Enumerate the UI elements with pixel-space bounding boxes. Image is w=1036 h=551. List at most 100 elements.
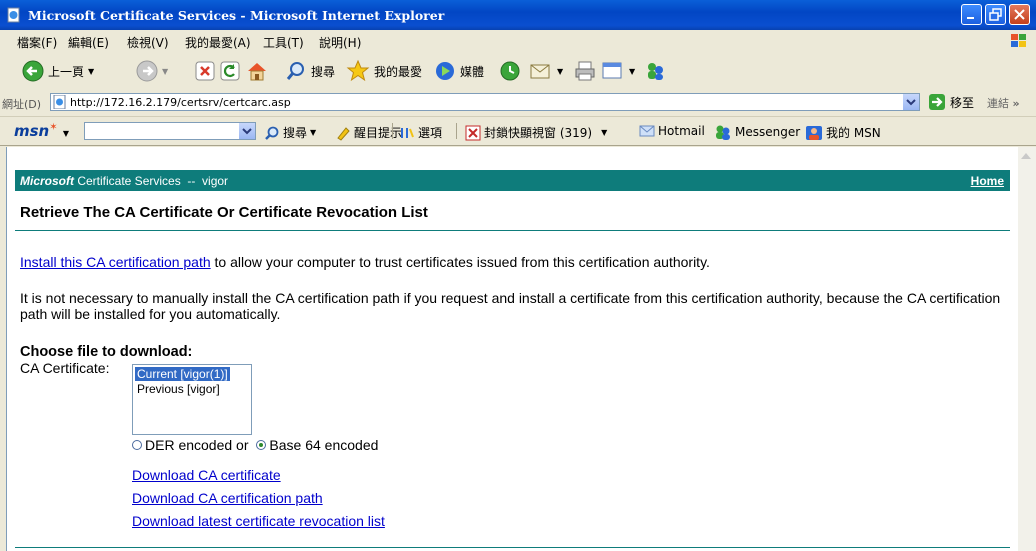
close-icon — [1014, 9, 1025, 20]
restore-icon — [989, 8, 1002, 21]
highlighter-icon — [337, 126, 350, 141]
encoding-options: DER encoded or Base 64 encoded — [132, 437, 378, 453]
ca-option-previous[interactable]: Previous [vigor] — [135, 382, 222, 396]
download-ca-path-link[interactable]: Download CA certification path — [132, 490, 323, 506]
msn-toolbar: msn✶ ▼ 搜尋 ▼ 醒目提示 選項 封鎖快顯視窗 (319) ▼ Hotma… — [0, 117, 1036, 146]
edit-dropdown-icon[interactable]: ▼ — [629, 67, 635, 76]
print-button[interactable] — [574, 58, 596, 84]
favorites-label: 我的最愛 — [374, 64, 423, 79]
address-input[interactable]: http://172.16.2.179/certsrv/certcarc.asp — [50, 93, 920, 111]
note-paragraph: It is not necessary to manually install … — [20, 290, 1001, 322]
mail-button[interactable]: ▼ — [529, 58, 563, 84]
msn-logo-text: msn — [14, 122, 50, 140]
media-label: 媒體 — [460, 64, 485, 79]
scroll-up-icon[interactable] — [1021, 153, 1031, 159]
back-dropdown-icon[interactable]: ▼ — [88, 67, 94, 76]
address-dropdown-icon[interactable] — [903, 94, 919, 110]
banner-brand-microsoft: Microsoft — [20, 174, 74, 188]
back-button[interactable]: 上一頁 ▼ — [22, 58, 94, 84]
msn-logo[interactable]: msn✶ ▼ — [14, 122, 69, 140]
close-button[interactable] — [1009, 4, 1030, 25]
msn-popup-menu-icon[interactable]: ▼ — [601, 128, 607, 137]
base64-label[interactable]: Base 64 encoded — [269, 437, 378, 453]
page-heading: Retrieve The CA Certificate Or Certifica… — [20, 204, 428, 221]
ca-option-current[interactable]: Current [vigor(1)] — [135, 367, 230, 381]
back-arrow-icon — [22, 60, 44, 82]
menu-view[interactable]: 檢視(V) — [127, 34, 169, 51]
restore-button[interactable] — [985, 4, 1006, 25]
msn-search-button[interactable]: 搜尋 ▼ — [264, 124, 316, 141]
address-url[interactable]: http://172.16.2.179/certsrv/certcarc.asp — [70, 96, 291, 109]
refresh-button[interactable] — [219, 58, 241, 84]
search-label: 搜尋 — [311, 64, 336, 79]
msn-search-label: 搜尋 — [283, 126, 308, 140]
menu-favorites[interactable]: 我的最愛(A) — [185, 34, 251, 51]
forward-button[interactable]: ▼ — [136, 58, 168, 84]
msn-butterfly-icon: ✶ — [49, 122, 58, 133]
links-label: 連結 — [987, 97, 1009, 110]
msn-search-input[interactable] — [84, 122, 256, 140]
search-toolbar-button[interactable]: 搜尋 — [285, 58, 335, 84]
popup-blocker-icon — [465, 125, 481, 140]
home-link[interactable]: Home — [971, 174, 1004, 188]
favorites-toolbar-button[interactable]: 我的最愛 — [346, 58, 422, 84]
ie-page-icon — [7, 7, 20, 23]
page-viewport: Microsoft Certificate Services -- vigor … — [6, 147, 1019, 551]
vertical-scrollbar[interactable] — [1018, 147, 1036, 551]
history-button[interactable] — [499, 58, 521, 84]
title-bar: Microsoft Certificate Services - Microso… — [0, 0, 1036, 30]
menu-help[interactable]: 說明(H) — [319, 34, 361, 51]
menu-bar: 檔案(F) 編輯(E) 檢視(V) 我的最愛(A) 工具(T) 說明(H) — [0, 30, 1036, 53]
media-toolbar-button[interactable]: 媒體 — [434, 58, 484, 84]
msn-dropdown-icon[interactable]: ▼ — [63, 129, 69, 138]
download-ca-certificate-link[interactable]: Download CA certificate — [132, 467, 281, 483]
msn-search-menu-icon[interactable]: ▼ — [310, 128, 316, 137]
msn-highlight-label: 醒目提示 — [354, 126, 403, 140]
install-ca-path-link[interactable]: Install this CA certification path — [20, 254, 211, 270]
address-label: 網址(D) — [2, 98, 42, 111]
ca-certificate-label: CA Certificate: — [20, 360, 110, 376]
msn-hotmail-button[interactable]: Hotmail — [639, 124, 705, 138]
ca-certificate-listbox[interactable]: Current [vigor(1)] Previous [vigor] — [132, 364, 252, 435]
ie-page-icon — [53, 95, 66, 109]
messenger-toolbar-button[interactable] — [644, 58, 666, 84]
mail-dropdown-icon[interactable]: ▼ — [557, 67, 563, 76]
menu-tools[interactable]: 工具(T) — [263, 34, 304, 51]
msn-options-label: 選項 — [418, 126, 443, 140]
window-title: Microsoft Certificate Services - Microso… — [28, 8, 445, 23]
forward-dropdown-icon[interactable]: ▼ — [162, 67, 168, 76]
msn-options-button[interactable]: 選項 — [399, 124, 442, 141]
go-label: 移至 — [950, 95, 975, 110]
links-toolbar[interactable]: 連結 » — [987, 95, 1020, 111]
home-toolbar-button[interactable] — [245, 58, 269, 84]
chevron-right-icon: » — [1012, 97, 1020, 110]
star-icon — [346, 59, 370, 82]
page-banner: Microsoft Certificate Services -- vigor … — [15, 170, 1010, 191]
edit-button[interactable]: ▼ — [601, 58, 635, 84]
footer-divider — [15, 547, 1010, 548]
search-icon — [265, 126, 279, 140]
ie-window: Microsoft Certificate Services - Microso… — [0, 0, 1036, 551]
media-icon — [436, 62, 454, 80]
der-radio[interactable] — [132, 440, 142, 450]
edit-page-icon — [602, 62, 622, 79]
msn-search-dropdown-icon[interactable] — [239, 123, 255, 139]
msn-popup-blocker-button[interactable]: 封鎖快顯視窗 (319) ▼ — [465, 124, 607, 141]
refresh-icon — [220, 61, 240, 81]
msn-mymsn-button[interactable]: 我的 MSN — [805, 124, 881, 141]
msn-messenger-button[interactable]: Messenger — [714, 124, 800, 140]
go-button[interactable]: 移至 — [928, 93, 974, 111]
base64-radio[interactable] — [256, 440, 267, 450]
menu-file[interactable]: 檔案(F) — [17, 34, 57, 51]
stop-button[interactable] — [194, 58, 216, 84]
download-crl-link[interactable]: Download latest certificate revocation l… — [132, 513, 385, 529]
go-arrow-icon — [929, 94, 945, 110]
minimize-icon — [967, 17, 974, 19]
install-paragraph: Install this CA certification path to al… — [20, 254, 1010, 270]
menu-edit[interactable]: 編輯(E) — [68, 34, 109, 51]
heading-divider — [15, 230, 1010, 231]
der-label[interactable]: DER encoded — [145, 437, 232, 453]
back-label: 上一頁 — [48, 64, 85, 79]
minimize-button[interactable] — [961, 4, 982, 25]
choose-file-heading: Choose file to download: — [20, 344, 193, 360]
